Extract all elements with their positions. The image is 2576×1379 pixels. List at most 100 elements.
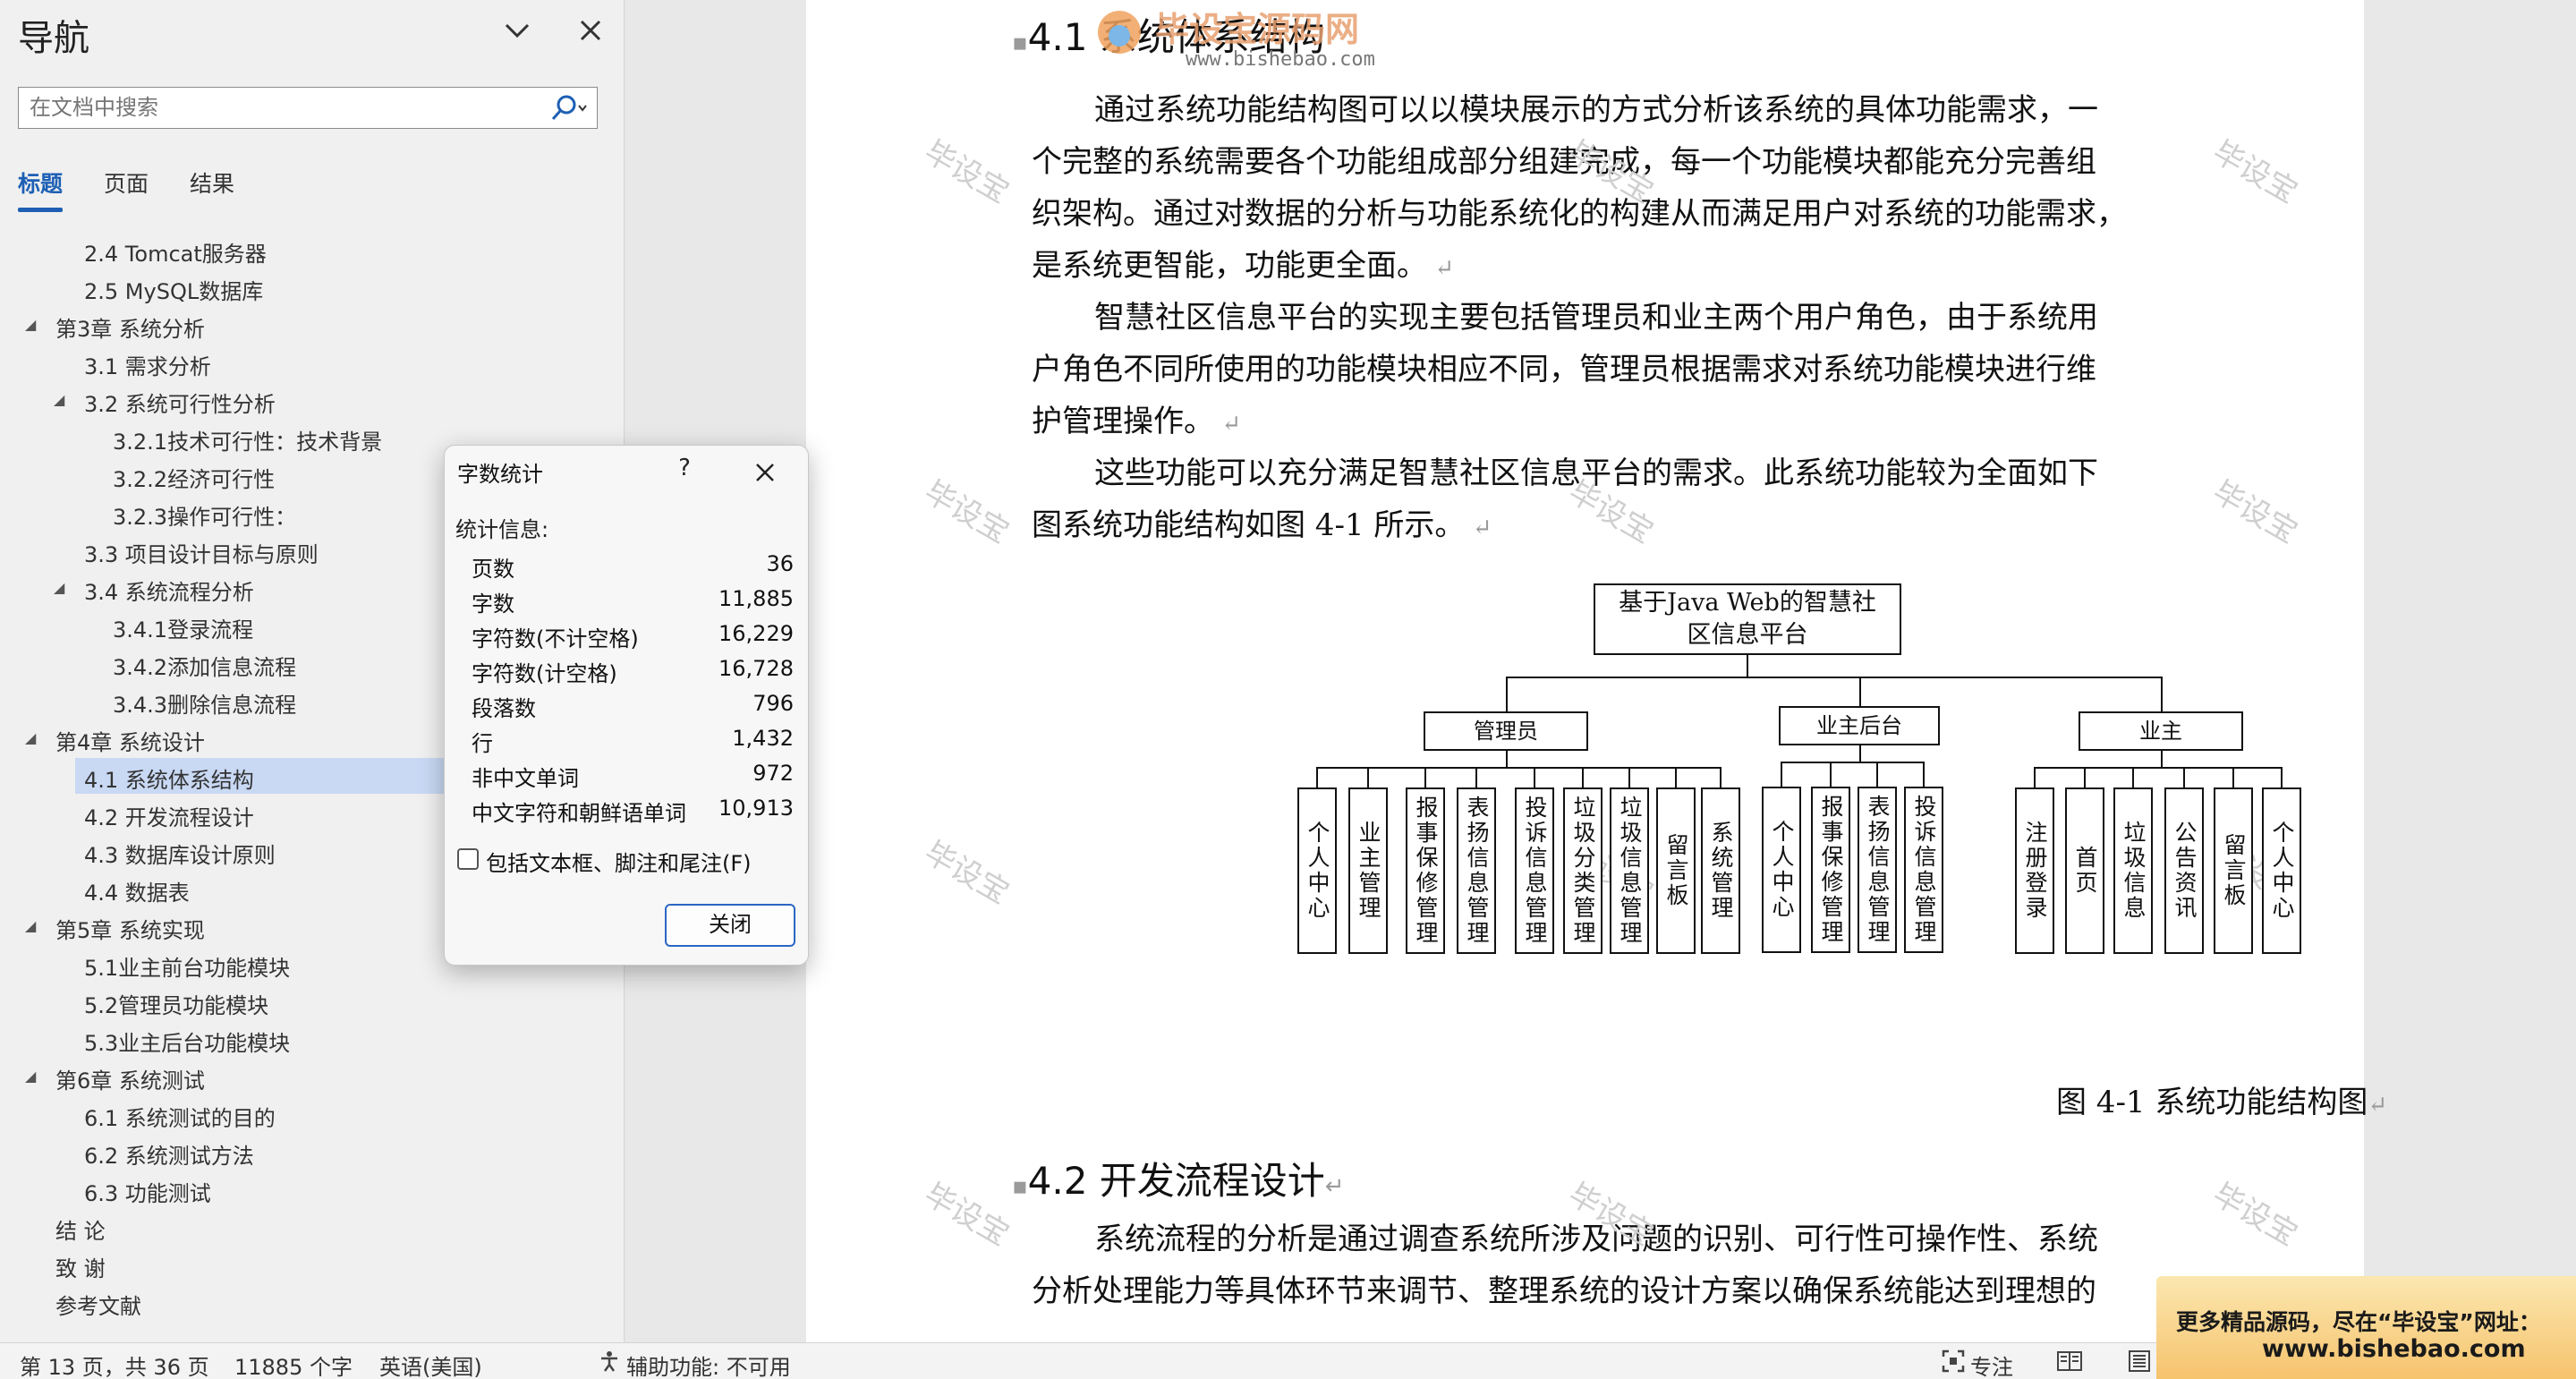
diagram-module-node: 系统管理 [1701, 787, 1740, 954]
stat-label: 字数 [472, 592, 514, 617]
connector-line [1675, 767, 1677, 787]
connector-line [1923, 762, 1925, 787]
paragraph-line: 护管理操作。 ↵ [1032, 404, 1242, 439]
nav-heading-item[interactable]: ◢ 第3章 系统分析 [0, 307, 625, 343]
collapse-triangle-icon[interactable]: ◢ [54, 579, 64, 596]
promo-banner[interactable]: 更多精品源码，尽在“毕设宝”网址： www.bishebao.com [2156, 1276, 2576, 1379]
watermark-text: 毕设宝 [918, 133, 1016, 211]
stat-label: 中文字符和朝鲜语单词 [472, 801, 686, 826]
page-count-status[interactable]: 第 13 页，共 36 页 [20, 1349, 209, 1379]
diagram-module-node: 表扬信息管理 [1457, 787, 1496, 954]
connector-line [1316, 767, 1318, 787]
nav-heading-item[interactable]: 5.2管理员功能模块 [0, 983, 625, 1019]
print-layout-icon[interactable] [2126, 1349, 2153, 1378]
document-page[interactable]: ▪4.1 系统体系结构 通过系统功能结构图可以以模块展示的方式分析该系统的具体功能… [806, 0, 2364, 1342]
connector-line [2084, 767, 2086, 787]
stat-value: 16,728 [718, 656, 794, 681]
stat-label: 字符数(计空格) [472, 661, 617, 686]
connector-line [2132, 767, 2134, 787]
stat-row: 行 1,432 [472, 726, 794, 760]
search-icon[interactable] [548, 93, 590, 123]
word-count-status[interactable]: 11885 个字 [234, 1349, 353, 1379]
nav-heading-label: 5.3业主后台功能模块 [84, 1031, 291, 1056]
nav-heading-label: 第5章 系统实现 [55, 918, 205, 943]
collapse-triangle-icon[interactable]: ◢ [25, 1068, 36, 1085]
diagram-module-node: 垃圾信息 [2113, 787, 2153, 954]
diagram-group-node: 业主 [2079, 711, 2243, 751]
include-footnotes-checkbox[interactable] [457, 848, 479, 870]
nav-heading-item[interactable]: ◢ 第6章 系统测试 [0, 1059, 625, 1094]
nav-heading-item[interactable]: 6.2 系统测试方法 [0, 1134, 625, 1170]
nav-heading-item[interactable]: 2.4 Tomcat服务器 [0, 232, 625, 268]
stat-label: 字符数(不计空格) [472, 626, 639, 651]
nav-heading-item[interactable]: 结 论 [0, 1209, 625, 1245]
nav-heading-label: 3.2.2经济可行性 [113, 467, 276, 492]
connector-line [1830, 762, 1832, 787]
stat-value: 16,229 [718, 621, 794, 646]
diagram-group-node: 业主后台 [1779, 706, 1940, 745]
connector-line [1424, 767, 1426, 787]
paragraph-line: 图系统功能结构如图 4-1 所示。 ↵ [1032, 507, 1492, 543]
dialog-title: 字数统计 [457, 462, 543, 487]
tab-results[interactable]: 结果 [190, 166, 234, 199]
nav-heading-item[interactable]: 6.1 系统测试的目的 [0, 1096, 625, 1132]
stat-row: 中文字符和朝鲜语单词 10,913 [472, 796, 794, 830]
document-area[interactable]: ▪4.1 系统体系结构 通过系统功能结构图可以以模块展示的方式分析该系统的具体功能… [625, 0, 2576, 1342]
connector-line [2034, 767, 2283, 769]
nav-options-chevron-icon[interactable] [499, 13, 535, 48]
stat-row: 字数 11,885 [472, 586, 794, 620]
nav-heading-item[interactable]: 参考文献 [0, 1284, 625, 1320]
stat-value: 36 [766, 551, 794, 576]
figure-caption: 图 4-1 系统功能结构图↵ [2056, 1085, 2388, 1120]
nav-heading-label: 4.3 数据库设计原则 [84, 843, 276, 868]
connector-line [2161, 751, 2163, 767]
connector-line [2281, 767, 2283, 787]
stat-label: 段落数 [472, 696, 536, 721]
nav-heading-item[interactable]: ◢ 3.2 系统可行性分析 [0, 382, 625, 418]
stat-row: 页数 36 [472, 551, 794, 585]
language-status[interactable]: 英语(美国) [379, 1349, 482, 1379]
collapse-triangle-icon[interactable]: ◢ [25, 729, 36, 746]
accessibility-icon[interactable] [598, 1349, 621, 1378]
focus-mode-icon[interactable] [1942, 1349, 1965, 1378]
nav-search-input[interactable] [19, 88, 529, 126]
diagram-module-node: 投诉信息管理 [1904, 787, 1943, 953]
collapse-triangle-icon[interactable]: ◢ [25, 917, 36, 934]
connector-line [1876, 762, 1878, 787]
diagram-module-node: 报事保修管理 [1406, 787, 1445, 954]
stat-label: 页数 [472, 557, 514, 582]
connector-line [1506, 677, 2163, 678]
promo-url[interactable]: www.bishebao.com [2262, 1335, 2526, 1363]
watermark-text: 毕设宝 [2206, 473, 2304, 551]
watermark-text: 毕设宝 [2206, 133, 2304, 211]
accessibility-status[interactable]: 辅助功能: 不可用 [626, 1349, 791, 1379]
nav-heading-item[interactable]: 5.3业主后台功能模块 [0, 1021, 625, 1057]
nav-heading-label: 6.1 系统测试的目的 [84, 1106, 276, 1131]
nav-heading-item[interactable]: 6.3 功能测试 [0, 1171, 625, 1207]
read-mode-icon[interactable] [2056, 1349, 2083, 1378]
dialog-close-icon[interactable] [749, 456, 781, 489]
tab-headings[interactable]: 标题 [18, 166, 64, 212]
diagram-module-node: 公告资讯 [2164, 787, 2204, 954]
collapse-triangle-icon[interactable]: ◢ [25, 316, 36, 333]
tab-pages[interactable]: 页面 [104, 166, 149, 199]
connector-line [1859, 745, 1861, 762]
nav-heading-label: 3.2.1技术可行性：技术背景 [113, 430, 383, 455]
watermark-text: 毕设宝 [918, 834, 1016, 912]
nav-heading-item[interactable]: 致 谢 [0, 1247, 625, 1282]
include-footnotes-label[interactable]: 包括文本框、脚注和尾注(F) [486, 846, 752, 877]
nav-search-box[interactable] [18, 87, 598, 129]
help-button[interactable]: ? [668, 455, 701, 487]
paragraph-line: 智慧社区信息平台的实现主要包括管理员和业主两个用户角色，由于系统用 [1094, 300, 2098, 336]
nav-heading-item[interactable]: 3.1 需求分析 [0, 345, 625, 380]
diagram-module-node: 留言板 [2214, 787, 2253, 954]
focus-mode-label[interactable]: 专注 [1970, 1349, 2013, 1379]
nav-heading-label: 5.2管理员功能模块 [84, 993, 269, 1018]
nav-heading-item[interactable]: 2.5 MySQL数据库 [0, 269, 625, 305]
watermark-text: 毕设宝 [2206, 1176, 2304, 1254]
nav-heading-label: 3.3 项目设计目标与原则 [84, 542, 319, 567]
collapse-triangle-icon[interactable]: ◢ [54, 391, 64, 408]
nav-close-icon[interactable] [573, 13, 608, 48]
stat-row: 字符数(计空格) 16,728 [472, 656, 794, 690]
close-button[interactable]: 关闭 [665, 904, 795, 947]
